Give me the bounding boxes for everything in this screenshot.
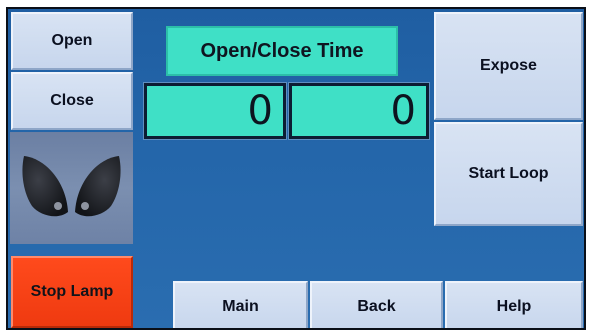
main-button[interactable]: Main <box>173 281 308 328</box>
close-button[interactable]: Close <box>11 72 133 130</box>
open-time-field[interactable]: 0 <box>143 82 287 140</box>
close-time-field[interactable]: 0 <box>288 82 430 140</box>
open-button-label: Open <box>51 32 93 49</box>
back-button-label: Back <box>357 297 396 315</box>
back-button[interactable]: Back <box>310 281 443 328</box>
shutter-blades-icon <box>22 156 121 217</box>
stop-lamp-button[interactable]: Stop Lamp <box>11 256 133 328</box>
open-time-value: 0 <box>247 88 273 134</box>
open-close-time-title-text: Open/Close Time <box>200 39 364 62</box>
open-button[interactable]: Open <box>11 12 133 70</box>
close-button-label: Close <box>50 92 94 109</box>
expose-button-label: Expose <box>480 57 537 74</box>
help-button[interactable]: Help <box>445 281 583 328</box>
stop-lamp-label: Stop Lamp <box>30 283 114 300</box>
open-close-time-title: Open/Close Time <box>166 26 398 76</box>
help-button-label: Help <box>496 297 532 315</box>
hmi-screen: Open Close Stop Lamp Open/Close Time 0 0… <box>6 7 586 330</box>
expose-button[interactable]: Expose <box>434 12 583 120</box>
close-time-value: 0 <box>390 88 416 134</box>
main-button-label: Main <box>222 297 259 315</box>
start-loop-button[interactable]: Start Loop <box>434 122 583 226</box>
shutter-status-panel <box>10 132 133 244</box>
start-loop-button-label: Start Loop <box>468 165 549 182</box>
